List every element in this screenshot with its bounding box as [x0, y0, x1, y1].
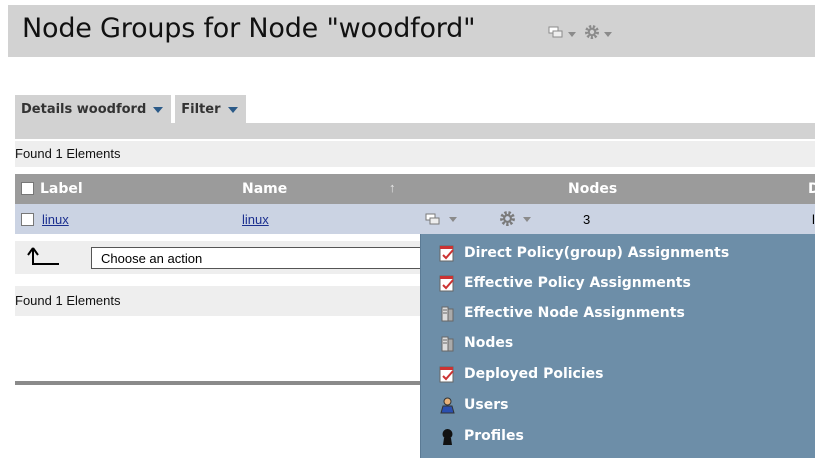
menu-item-effective-policy-assignments[interactable]: Effective Policy Assignments [439, 270, 691, 296]
column-name[interactable]: Name [242, 181, 287, 197]
user-icon [440, 397, 455, 413]
found-count-bottom: Found 1 Elements [15, 293, 121, 308]
tab-details[interactable]: Details woodford [15, 95, 172, 124]
table-row[interactable]: linux linux 3 li [15, 204, 815, 234]
node-icon [441, 336, 454, 351]
node-view-icon[interactable] [425, 212, 441, 230]
context-menu: Direct Policy(group) Assignments Effecti… [420, 234, 815, 458]
menu-item-effective-node-assignments[interactable]: Effective Node Assignments [439, 300, 685, 326]
chevron-down-icon[interactable] [449, 217, 457, 222]
tab-underline [15, 123, 815, 139]
row-nodes-count: 3 [583, 212, 591, 227]
column-d[interactable]: D [808, 181, 815, 197]
chevron-down-icon[interactable] [153, 106, 164, 113]
menu-item-users[interactable]: Users [439, 392, 508, 418]
chevron-down-icon[interactable] [227, 106, 238, 113]
tab-filter[interactable]: Filter [175, 95, 246, 124]
menu-item-label: Effective Policy Assignments [464, 275, 691, 291]
menu-item-label: Users [464, 397, 509, 413]
section-divider [15, 381, 425, 385]
node-view-icon[interactable] [548, 25, 564, 43]
policy-icon [439, 245, 454, 261]
tab-filter-label: Filter [181, 102, 221, 117]
column-label[interactable]: Label [40, 181, 83, 197]
chevron-down-icon[interactable] [604, 31, 612, 37]
node-icon [441, 306, 454, 321]
menu-item-nodes[interactable]: Nodes [439, 330, 513, 356]
row-checkbox[interactable] [21, 213, 34, 226]
column-nodes[interactable]: Nodes [568, 181, 617, 197]
select-all-arrow-icon [23, 245, 63, 272]
gear-icon[interactable] [499, 210, 516, 232]
profile-icon [442, 428, 453, 445]
menu-item-direct-policy-assignments[interactable]: Direct Policy(group) Assignments [439, 240, 729, 266]
action-select[interactable]: Choose an action [91, 247, 431, 269]
row-label-link[interactable]: linux [42, 212, 69, 227]
gear-icon[interactable] [584, 24, 600, 45]
chevron-down-icon[interactable] [568, 31, 576, 37]
menu-item-label: Deployed Policies [464, 366, 604, 382]
menu-item-label: Nodes [464, 335, 514, 351]
chevron-down-icon[interactable] [523, 217, 531, 222]
tab-bar: Details woodford Filter [15, 95, 246, 124]
table-header: Label Name ↑ Nodes D [15, 174, 815, 204]
row-name-link[interactable]: linux [242, 212, 269, 227]
select-all-checkbox[interactable] [21, 182, 34, 195]
page-title-bar: Node Groups for Node "woodford" [8, 5, 815, 57]
menu-item-label: Direct Policy(group) Assignments [464, 245, 730, 261]
menu-item-label: Profiles [464, 428, 524, 444]
menu-item-profiles[interactable]: Profiles [439, 423, 524, 449]
sort-arrow-icon[interactable]: ↑ [389, 180, 396, 195]
menu-item-label: Effective Node Assignments [464, 305, 685, 321]
policy-icon [439, 366, 454, 382]
menu-item-deployed-policies[interactable]: Deployed Policies [439, 361, 603, 387]
found-count-top: Found 1 Elements [15, 146, 121, 161]
tab-details-label: Details woodford [21, 102, 147, 117]
found-bar [15, 141, 815, 167]
policy-icon [439, 275, 454, 291]
page-title: Node Groups for Node "woodford" [22, 13, 476, 44]
title-tools [548, 24, 612, 45]
